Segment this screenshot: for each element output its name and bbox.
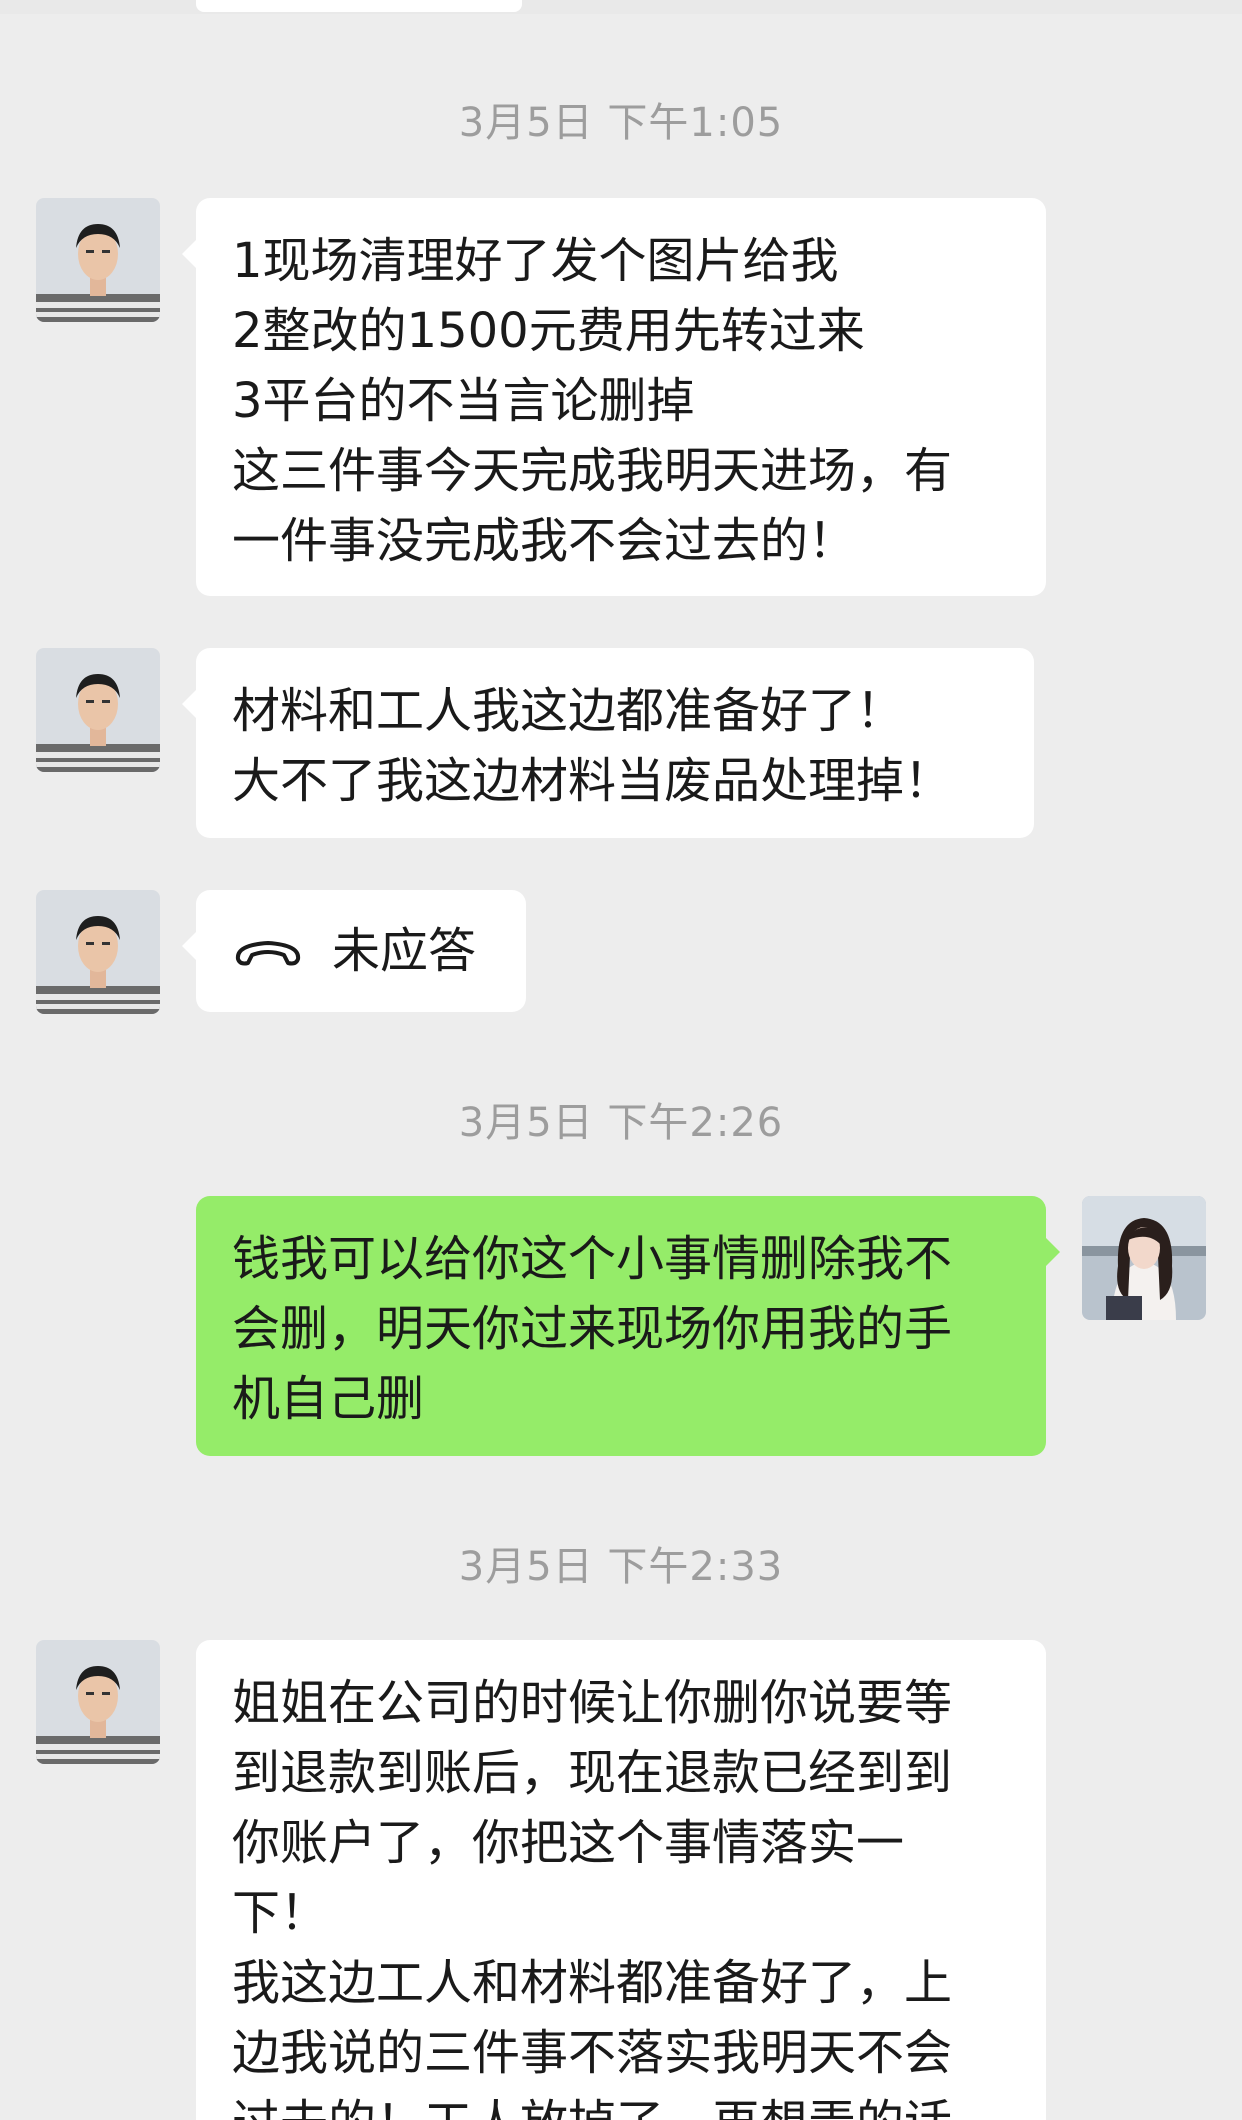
contact-avatar-image — [36, 648, 160, 772]
message-line: 到退款到账后，现在退款已经到到 — [232, 1745, 953, 1801]
my-avatar-image — [1082, 1196, 1206, 1320]
message-line: 你账户了，你把这个事情落实一 — [232, 1815, 905, 1871]
message-line: 一件事没完成我不会过去的！ — [232, 513, 857, 569]
message-line: 边我说的三件事不落实我明天不会 — [232, 2025, 953, 2081]
message-bubble[interactable]: 1现场清理好了发个图片给我 2整改的1500元费用先转过来 3平台的不当言论删掉… — [182, 198, 1046, 596]
previous-message-edge — [0, 0, 1242, 14]
contact-avatar[interactable] — [36, 198, 160, 322]
contact-avatar[interactable] — [36, 1640, 160, 1764]
message-line: 姐姐在公司的时候让你删你说要等 — [232, 1675, 953, 1731]
message-line: 过去的！工人放掉了，再想弄的话 — [232, 2088, 1010, 2120]
message-line: 2整改的1500元费用先转过来 — [232, 303, 865, 359]
contact-avatar[interactable] — [36, 648, 160, 772]
message-line: 材料和工人我这边都准备好了！ — [232, 683, 905, 739]
message-bubble[interactable]: 材料和工人我这边都准备好了！ 大不了我这边材料当废品处理掉！ — [182, 648, 1034, 838]
message-line: 我这边工人和材料都准备好了，上 — [232, 1955, 953, 2011]
contact-avatar-image — [36, 890, 160, 1014]
contact-avatar[interactable] — [36, 890, 160, 1014]
message-bubble[interactable]: 姐姐在公司的时候让你删你说要等 到退款到账后，现在退款已经到到 你账户了，你把这… — [196, 1640, 1046, 2120]
timestamp: 3月5日 下午1:05 — [458, 100, 784, 146]
phone-hangup-icon — [235, 941, 301, 966]
message-line: 1现场清理好了发个图片给我 — [232, 233, 839, 289]
message-line: 机自己删 — [232, 1371, 425, 1427]
message-line: 3平台的不当言论删掉 — [232, 373, 695, 429]
message-line: 下！ — [232, 1885, 329, 1941]
previous-bubble-edge — [196, 0, 522, 12]
timestamp: 3月5日 下午2:26 — [458, 1100, 784, 1146]
message-line: 大不了我这边材料当废品处理掉！ — [232, 753, 953, 809]
contact-avatar-image — [36, 1640, 160, 1764]
missed-call-bubble[interactable]: 未应答 — [182, 890, 526, 1012]
message-line: 会删，明天你过来现场你用我的手 — [232, 1301, 953, 1357]
message-line: 这三件事今天完成我明天进场，有 — [232, 443, 953, 499]
call-status-label: 未应答 — [332, 923, 477, 979]
my-avatar[interactable] — [1082, 1196, 1206, 1320]
timestamp: 3月5日 下午2:33 — [458, 1544, 784, 1590]
contact-avatar-image — [36, 198, 160, 322]
message-line: 钱我可以给你这个小事情删除我不 — [232, 1231, 953, 1287]
message-bubble[interactable]: 钱我可以给你这个小事情删除我不 会删，明天你过来现场你用我的手 机自己删 — [196, 1196, 1060, 1456]
